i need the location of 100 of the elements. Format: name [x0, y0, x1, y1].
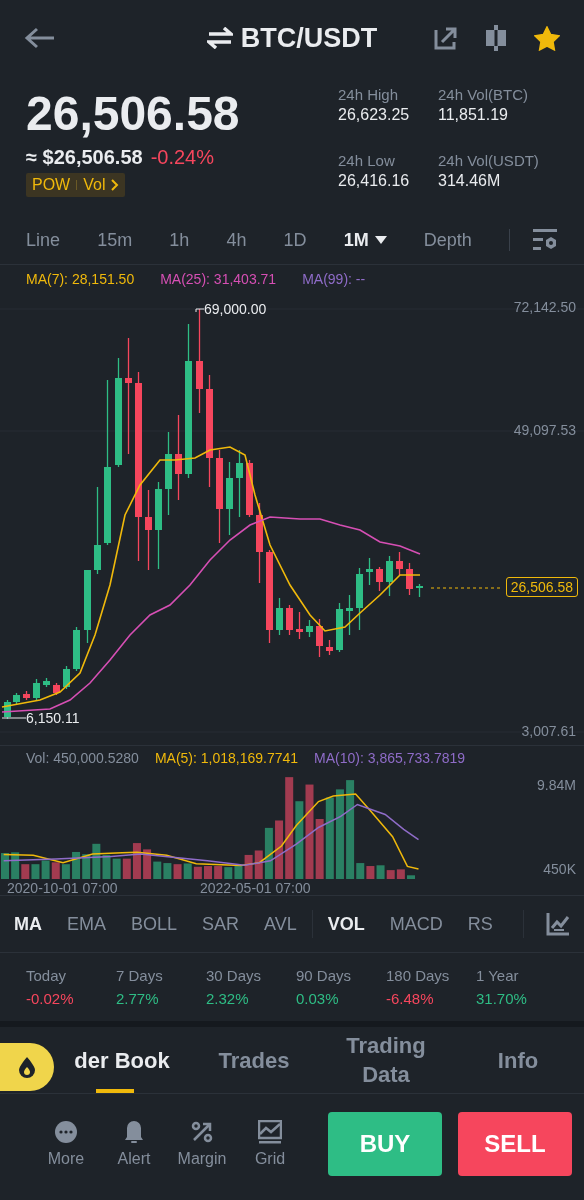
indicator-tab[interactable]: SAR [202, 913, 240, 935]
stat-value: 26,416.16 [338, 172, 411, 190]
indicator-tab[interactable]: MA [14, 913, 42, 935]
stat-value: 11,851.19 [438, 106, 509, 124]
leader-line [2, 717, 26, 719]
period-label: 90 Days [296, 967, 353, 984]
volume-bar [61, 864, 70, 879]
share-icon[interactable] [434, 26, 458, 50]
candlestick [236, 449, 243, 518]
candlestick [416, 583, 423, 598]
volume-bar [72, 851, 81, 879]
section-tab[interactable]: Info [452, 1027, 584, 1093]
stat-label: 24h High [338, 86, 400, 103]
buy-button[interactable]: BUY [328, 1112, 442, 1176]
section-tab[interactable]: Trading Data [320, 1027, 452, 1093]
interval-tab[interactable]: 4h [226, 229, 247, 251]
chart-settings-icon[interactable] [531, 227, 558, 253]
back-arrow-icon[interactable] [24, 27, 56, 49]
tag-chip[interactable]: POW Vol [26, 173, 126, 197]
volume-legend: MA(5): 1,018,169.7741 [154, 750, 299, 766]
time-axis-label: 2022-05-01 07:00 [200, 880, 311, 896]
period-label: 1 Year [476, 967, 520, 984]
indicator-tab[interactable]: RS [467, 913, 493, 935]
line-chart-icon[interactable] [546, 912, 570, 936]
action-label[interactable]: More [47, 1150, 85, 1168]
percent-arrow-icon[interactable] [190, 1120, 214, 1144]
candlestick [396, 551, 403, 576]
volume-legend: Vol: 450,000.5280 [26, 750, 139, 766]
candlestick [356, 567, 363, 631]
interval-tab[interactable]: 1h [169, 229, 190, 251]
interval-tab[interactable]: Line [26, 229, 61, 251]
action-label[interactable]: Alert [117, 1150, 151, 1168]
period-change: 0.03% [296, 990, 340, 1007]
grid-chart-icon[interactable] [258, 1120, 282, 1144]
candle-icon[interactable] [484, 25, 508, 51]
stat-label: 24h Low [338, 152, 396, 169]
volume-bar [31, 864, 40, 879]
leader-line [196, 308, 204, 310]
swap-arrows-icon[interactable] [206, 27, 233, 49]
candlestick [296, 611, 303, 640]
volume-bar [214, 866, 223, 879]
fiat-price: ≈ $26,506.58 [26, 146, 143, 169]
indicator-tab[interactable]: VOL [327, 913, 365, 935]
candlestick [13, 692, 20, 705]
sell-button[interactable]: SELL [458, 1112, 572, 1176]
action-label[interactable]: Margin [177, 1150, 227, 1168]
volume-bar [41, 860, 50, 879]
low-price-marker: 6,150.11 [26, 710, 80, 726]
volume-legend: MA(10): 3,865,733.7819 [314, 750, 466, 766]
tag-label: Vol [83, 176, 106, 194]
interval-tab[interactable]: 1M [343, 229, 387, 251]
candlestick [73, 626, 80, 672]
candlestick [276, 597, 283, 636]
interval-tab[interactable]: 1D [283, 229, 307, 251]
indicator-tab[interactable]: MACD [389, 913, 443, 935]
candlestick [23, 690, 30, 701]
indicator-tab[interactable]: BOLL [131, 913, 178, 935]
section-tab[interactable]: Trades [188, 1027, 320, 1093]
period-label: 7 Days [116, 967, 164, 984]
period-change: -6.48% [386, 990, 435, 1007]
chevron-right-icon [111, 179, 120, 191]
action-label[interactable]: Grid [254, 1150, 286, 1168]
stat-label: 24h Vol(BTC) [438, 86, 530, 103]
candlestick [4, 699, 11, 720]
price-change: -0.24% [150, 146, 214, 169]
interval-tab[interactable]: Depth [423, 229, 472, 251]
indicator-tab[interactable]: EMA [67, 913, 106, 935]
candlestick [366, 557, 373, 586]
candlestick [406, 562, 413, 596]
candlestick [246, 459, 253, 518]
time-axis-label: 2020-10-01 07:00 [7, 880, 118, 896]
more-icon[interactable] [54, 1120, 78, 1144]
volume-bar [163, 863, 172, 879]
period-label: 30 Days [206, 967, 263, 984]
volume-axis-label: 9.84M [537, 777, 576, 793]
current-price-label: 26,506.58 [505, 577, 578, 597]
volume-bar [407, 875, 415, 879]
volume-bar [1, 853, 9, 879]
price-guide-line [430, 587, 501, 589]
bell-icon[interactable] [122, 1120, 146, 1144]
ma-legend: MA(25): 31,403.71 [160, 271, 277, 287]
pair-title[interactable]: BTC/USDT [240, 22, 378, 54]
candlestick [286, 604, 293, 636]
star-icon[interactable] [534, 25, 560, 51]
floating-button[interactable] [0, 1043, 54, 1091]
volume-bar [173, 864, 182, 879]
indicator-tab[interactable]: AVL [264, 913, 297, 935]
period-change: 2.32% [206, 990, 250, 1007]
candlestick [53, 682, 60, 696]
volume-axis-label: 450K [543, 861, 576, 877]
period-change: 2.77% [116, 990, 160, 1007]
ma-legend: MA(7): 28,151.50 [26, 271, 135, 287]
volume-bar [51, 862, 60, 879]
section-tab[interactable]: der Book [56, 1027, 188, 1093]
stat-value: 314.46M [438, 172, 502, 190]
candlestick [63, 665, 70, 690]
interval-tab[interactable]: 15m [97, 229, 133, 251]
volume-bar [183, 863, 192, 879]
candlestick [306, 619, 313, 638]
candlestick [386, 555, 393, 597]
